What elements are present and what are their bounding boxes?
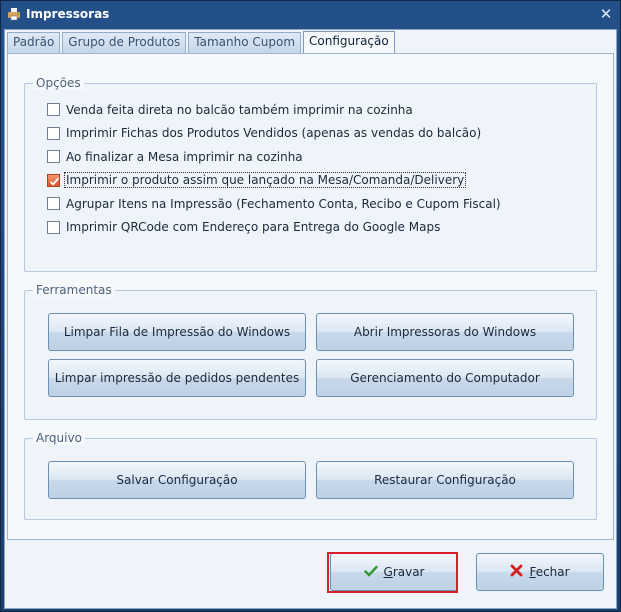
tab-strip: Padrão Grupo de Produtos Tamanho Cupom C… [7,31,397,53]
check-icon [363,565,378,580]
limpar-pedidos-pendentes-button[interactable]: Limpar impressão de pedidos pendentes [48,359,306,397]
option-agrupar-itens[interactable]: Agrupar Itens na Impressão (Fechamento C… [47,192,502,216]
configuracao-tab-page: Opções Venda feita direta no balcão tamb… [7,53,614,540]
option-finalizar-mesa[interactable]: Ao finalizar a Mesa imprimir na cozinha [47,145,502,169]
abrir-impressoras-button[interactable]: Abrir Impressoras do Windows [316,313,574,351]
fechar-label-rest: echar [535,565,570,579]
option-imprimir-fichas[interactable]: Imprimir Fichas dos Produtos Vendidos (a… [47,122,502,146]
checkbox[interactable] [47,103,60,117]
option-imprimir-produto-lancado[interactable]: Imprimir o produto assim que lançado na … [47,169,502,193]
gravar-label: Gravar [384,565,425,579]
tab-grupo-de-produtos[interactable]: Grupo de Produtos [62,32,187,53]
opcoes-group: Opções Venda feita direta no balcão tamb… [24,76,597,272]
tab-padrao[interactable]: Padrão [7,32,61,53]
dialog-client-area: Padrão Grupo de Produtos Tamanho Cupom C… [4,29,617,609]
tab-configuracao[interactable]: Configuração [303,31,395,53]
checkmark-icon [49,177,60,186]
opcoes-legend: Opções [33,76,84,90]
gerenciamento-computador-button[interactable]: Gerenciamento do Computador [316,359,574,397]
arquivo-legend: Arquivo [33,431,85,445]
option-label: Imprimir o produto assim que lançado na … [63,172,467,189]
option-label: Imprimir Fichas dos Produtos Vendidos (a… [66,126,482,141]
gravar-label-rest: ravar [392,565,425,579]
x-icon [510,564,523,580]
close-icon[interactable]: ✕ [598,6,614,22]
checkbox[interactable] [47,126,60,140]
impressoras-window: Impressoras ✕ Padrão Grupo de Produtos T… [0,0,621,612]
limpar-fila-impressao-button[interactable]: Limpar Fila de Impressão do Windows [48,313,306,351]
gravar-button[interactable]: Gravar [330,553,458,591]
option-venda-balcao-cozinha[interactable]: Venda feita direta no balcão também impr… [47,98,502,122]
checkbox[interactable] [47,197,60,211]
checkbox[interactable] [47,150,60,164]
printer-icon [7,7,21,21]
gravar-mnemonic: G [383,565,393,579]
ferramentas-group: Ferramentas [24,283,597,420]
option-label: Agrupar Itens na Impressão (Fechamento C… [66,196,501,211]
checkbox[interactable] [47,220,60,234]
ferramentas-legend: Ferramentas [33,283,115,297]
checkbox-checked[interactable] [47,173,60,187]
title-bar[interactable]: Impressoras ✕ [1,1,620,29]
option-label: Ao finalizar a Mesa imprimir na cozinha [66,149,303,164]
option-label: Imprimir QRCode com Endereço para Entreg… [66,220,441,235]
salvar-configuracao-button[interactable]: Salvar Configuração [48,461,306,499]
fechar-label: Fechar [529,565,569,579]
window-title: Impressoras [26,7,110,21]
option-qrcode-google-maps[interactable]: Imprimir QRCode com Endereço para Entreg… [47,216,502,240]
tab-tamanho-cupom[interactable]: Tamanho Cupom [188,32,302,53]
option-label: Venda feita direta no balcão também impr… [66,102,413,117]
restaurar-configuracao-button[interactable]: Restaurar Configuração [316,461,574,499]
fechar-button[interactable]: Fechar [476,553,604,591]
